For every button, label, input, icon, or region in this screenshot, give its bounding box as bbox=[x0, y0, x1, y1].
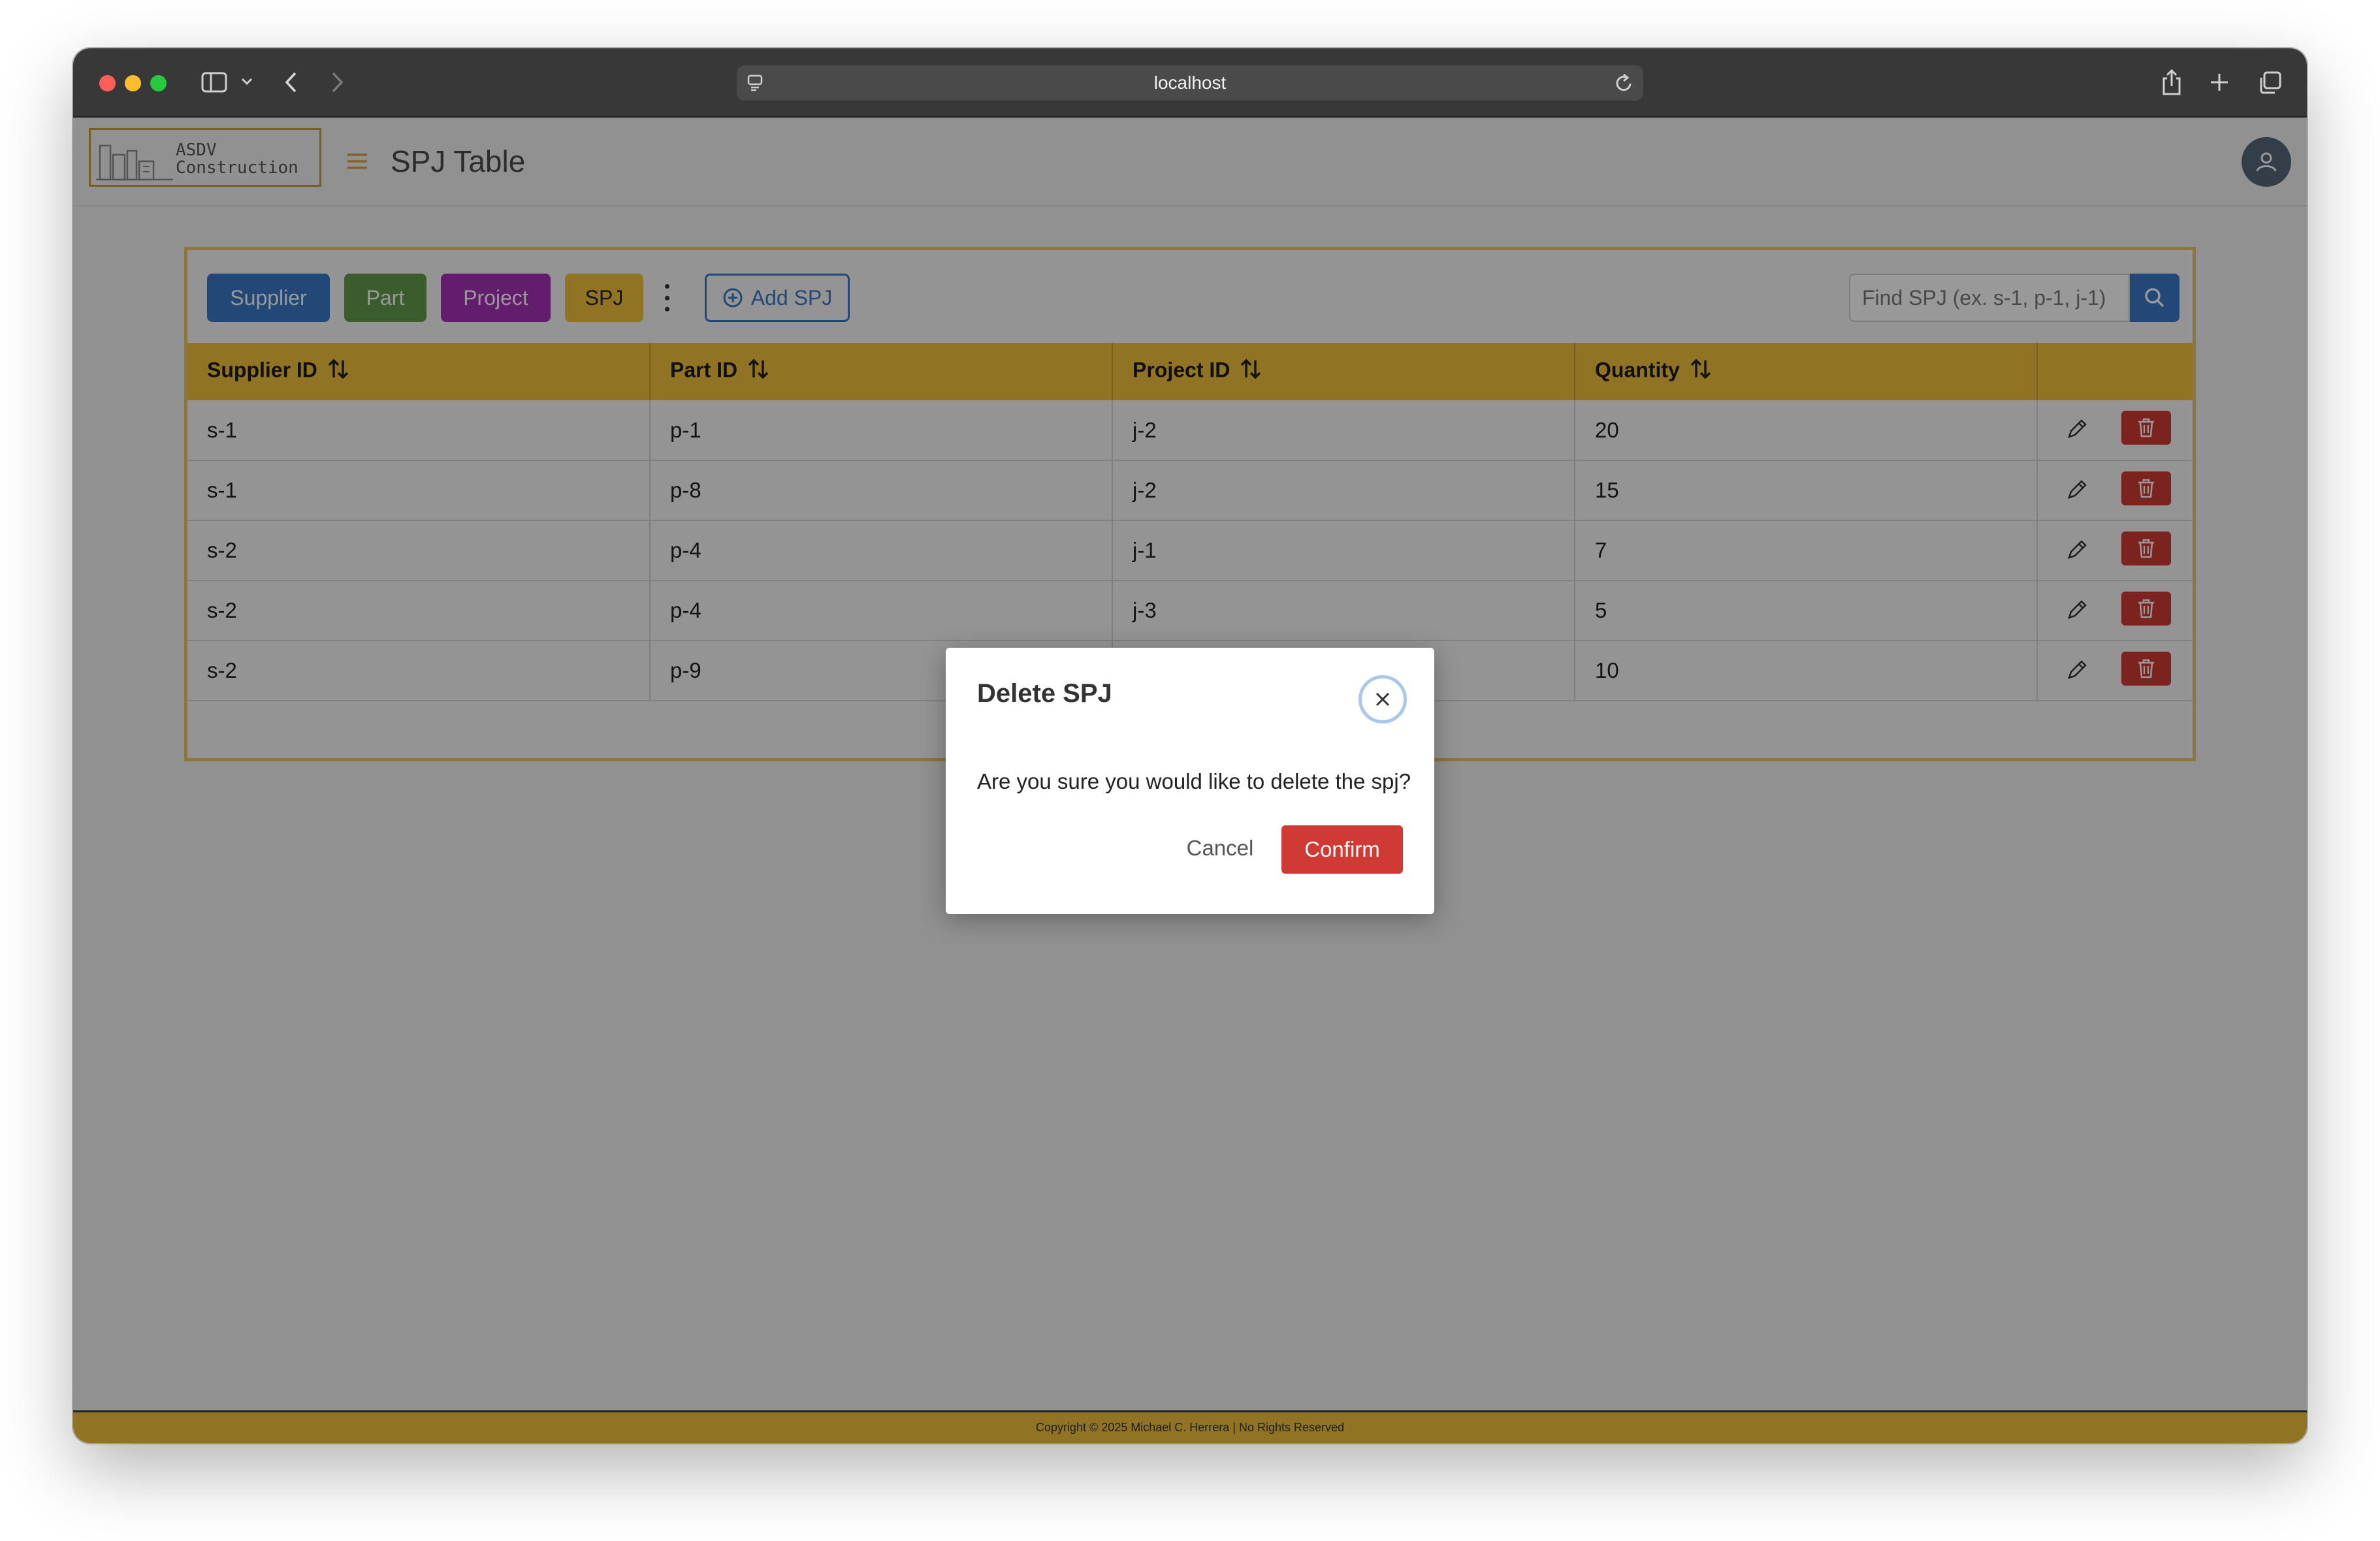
confirm-button[interactable]: Confirm bbox=[1281, 825, 1403, 874]
dialog-message: Are you sure you would like to delete th… bbox=[977, 769, 1411, 793]
site-settings-icon[interactable] bbox=[747, 74, 764, 97]
address-bar[interactable]: localhost bbox=[737, 65, 1643, 101]
minimize-window-button[interactable] bbox=[125, 75, 141, 91]
browser-toolbar: localhost bbox=[73, 48, 2307, 118]
delete-spj-dialog: Delete SPJ Are you sure you would like t… bbox=[946, 648, 1434, 914]
reload-icon[interactable] bbox=[1615, 72, 1634, 98]
share-icon[interactable] bbox=[2161, 68, 2183, 97]
dialog-title: Delete SPJ bbox=[977, 679, 1112, 708]
browser-window: localhost ASDV Construction SPJ Table Su… bbox=[73, 48, 2307, 1443]
new-tab-icon[interactable] bbox=[2209, 72, 2230, 93]
close-icon bbox=[1375, 692, 1390, 707]
sidebar-toggle-icon[interactable] bbox=[201, 71, 230, 94]
close-dialog-button[interactable] bbox=[1359, 675, 1407, 723]
back-arrow-icon[interactable] bbox=[283, 71, 299, 94]
page-viewport: ASDV Construction SPJ Table Supplier Par… bbox=[73, 118, 2307, 1443]
close-window-button[interactable] bbox=[99, 75, 116, 91]
cancel-button[interactable]: Cancel bbox=[1181, 825, 1259, 871]
url-text: localhost bbox=[1153, 72, 1227, 93]
tab-overview-icon[interactable] bbox=[2257, 71, 2282, 95]
zoom-window-button[interactable] bbox=[150, 75, 167, 91]
chevron-down-icon[interactable] bbox=[240, 77, 253, 86]
forward-arrow-icon[interactable] bbox=[329, 71, 345, 94]
